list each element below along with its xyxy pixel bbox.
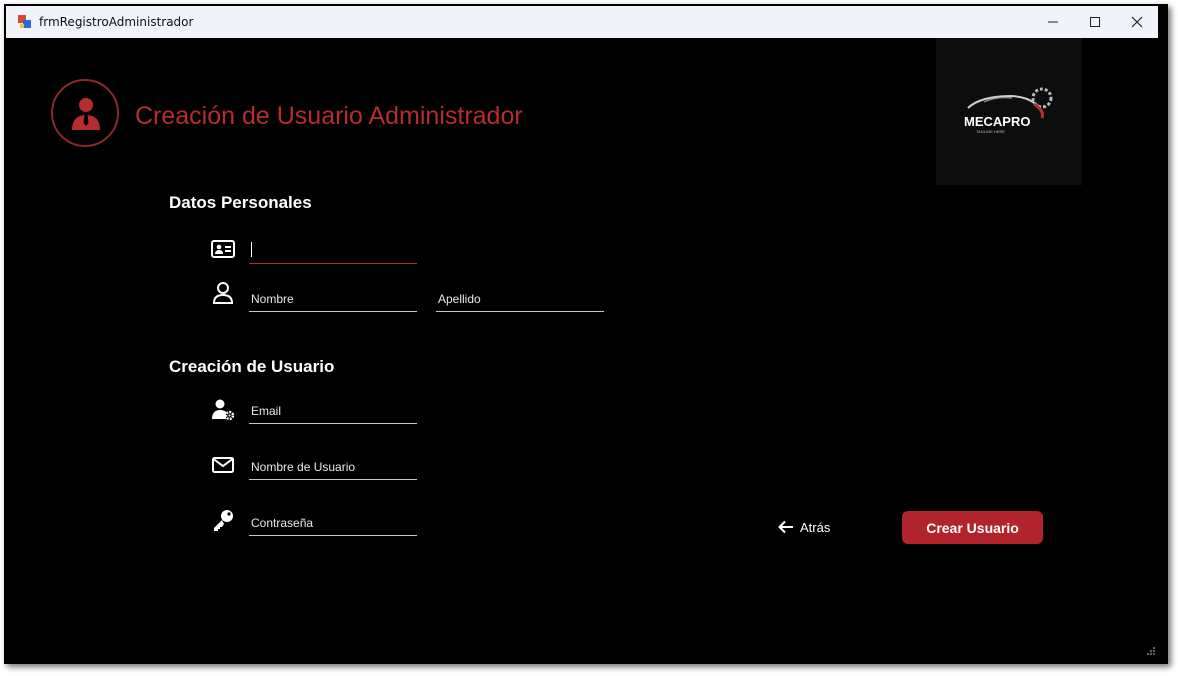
- username-field[interactable]: Nombre de Usuario: [249, 457, 417, 480]
- password-field[interactable]: Contraseña: [249, 513, 417, 536]
- form-body: Creación de Usuario Administrador MECAPR…: [6, 38, 1158, 658]
- svg-text:MECAPRO: MECAPRO: [964, 114, 1030, 129]
- last-name-field[interactable]: Apellido: [436, 289, 604, 312]
- text-caret: [251, 242, 252, 257]
- window-title: frmRegistroAdministrador: [39, 15, 194, 29]
- header-avatar: [51, 79, 119, 147]
- admin-user-icon: [72, 98, 100, 130]
- brand-logo: MECAPRO TAGLINE HERE: [936, 38, 1082, 185]
- first-name-placeholder: Nombre: [251, 292, 294, 306]
- page-title: Creación de Usuario Administrador: [135, 102, 523, 130]
- back-label: Atrás: [800, 519, 831, 535]
- envelope-icon: [212, 457, 234, 473]
- close-icon: [1131, 16, 1143, 28]
- user-icon: [212, 282, 234, 304]
- close-button[interactable]: [1116, 6, 1158, 38]
- section-title-personal: Datos Personales: [169, 193, 312, 212]
- maximize-icon: [1090, 17, 1100, 27]
- svg-text:TAGLINE HERE: TAGLINE HERE: [976, 129, 1005, 134]
- resize-grip-icon[interactable]: [1146, 646, 1156, 656]
- password-placeholder: Contraseña: [251, 516, 314, 530]
- first-name-field[interactable]: Nombre: [249, 289, 417, 312]
- last-name-placeholder: Apellido: [438, 292, 481, 306]
- email-field[interactable]: Email: [249, 401, 417, 424]
- section-title-account: Creación de Usuario: [169, 357, 335, 376]
- create-user-button[interactable]: Crear Usuario: [902, 511, 1043, 544]
- maximize-button[interactable]: [1074, 6, 1116, 38]
- car-gear-logo-icon: MECAPRO TAGLINE HERE: [964, 87, 1053, 134]
- id-card-icon: [211, 240, 235, 258]
- minimize-button[interactable]: [1032, 6, 1074, 38]
- key-icon: [214, 510, 233, 531]
- user-settings-icon: [212, 399, 235, 421]
- minimize-icon: [1048, 21, 1058, 23]
- title-bar[interactable]: frmRegistroAdministrador: [6, 6, 1158, 39]
- arrow-left-icon: [778, 520, 793, 534]
- email-placeholder: Email: [251, 404, 282, 418]
- id-number-field[interactable]: [249, 241, 417, 264]
- back-button[interactable]: Atrás: [778, 516, 830, 538]
- app-icon: [18, 15, 31, 28]
- username-placeholder: Nombre de Usuario: [251, 460, 356, 474]
